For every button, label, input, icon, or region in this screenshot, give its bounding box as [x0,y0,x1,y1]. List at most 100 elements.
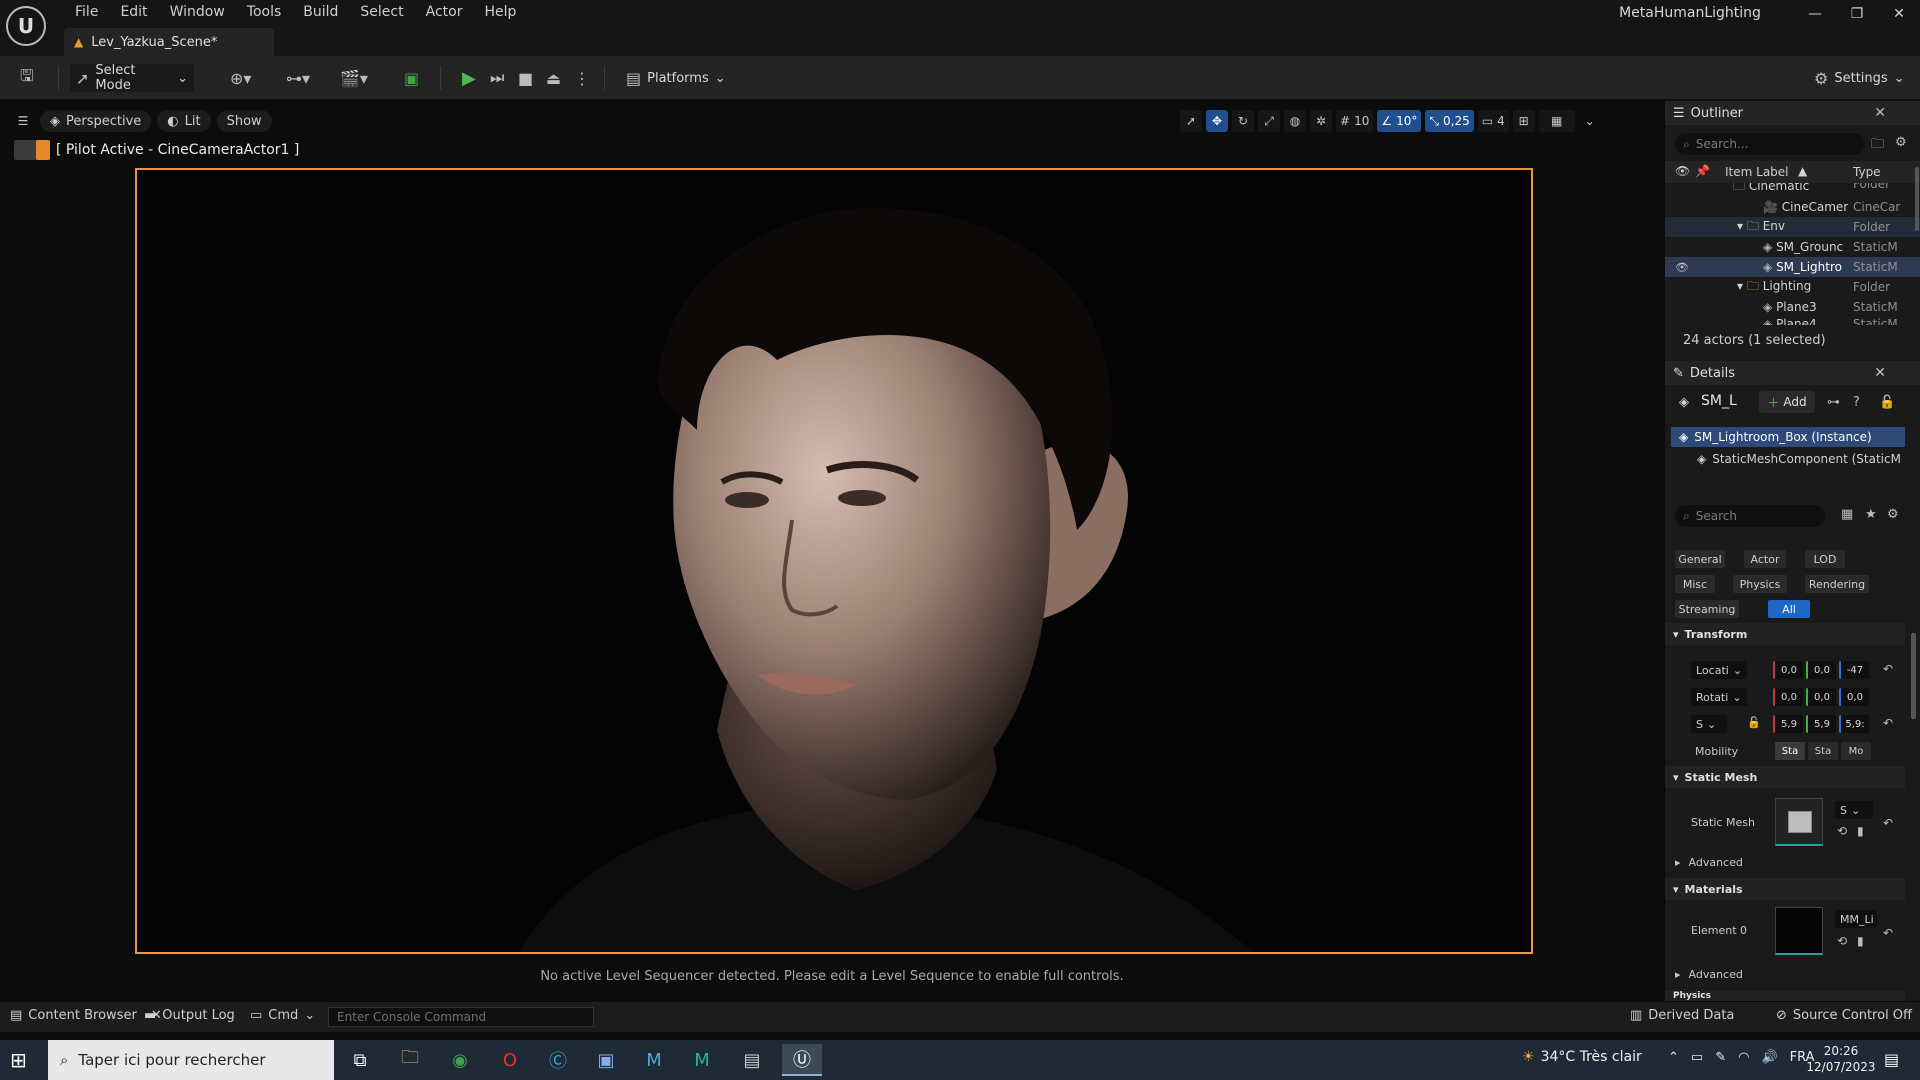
app-window-icon[interactable]: ▤ [732,1044,772,1076]
network-icon[interactable]: ◠ [1738,1050,1749,1065]
mobility-static[interactable]: Sta [1775,742,1805,760]
reset-icon[interactable]: ↶ [1883,816,1893,830]
mixer-icon[interactable]: M [682,1044,722,1076]
use-selected-icon[interactable]: ⟲ [1837,824,1847,838]
reset-icon[interactable]: ↶ [1883,662,1893,676]
gear-icon[interactable]: ⚙ [1895,135,1907,150]
outliner-tab[interactable]: ☰ Outliner ✕ [1665,101,1920,125]
add-folder-icon[interactable]: 🗀 [1871,135,1884,157]
scale-dropdown[interactable]: S ⌄ [1691,715,1727,733]
tree-row[interactable]: ◈ SM_Grounc StaticM [1665,237,1920,257]
browse-icon[interactable]: ▮ [1857,934,1864,948]
taskbar-search-input[interactable]: ⌕ Taper ici pour rechercher [48,1040,334,1080]
location-x-field[interactable]: 0,0 [1773,661,1803,679]
advanced-row[interactable]: ▸ Advanced [1675,856,1743,869]
filter-misc[interactable]: Misc [1675,575,1715,593]
step-button[interactable]: ⏭ [484,64,510,92]
volume-icon[interactable]: 🔊 [1761,1050,1777,1065]
location-z-field[interactable]: -47 [1839,661,1869,679]
store-icon[interactable]: ▣ [586,1044,626,1076]
outliner-search-input[interactable]: ⌕ Search... [1675,133,1865,155]
tree-row[interactable]: ▾ 🗀 Env Folder [1665,217,1920,237]
content-browser-tab[interactable]: ▤ Content Browser ✕ [10,1008,162,1023]
filter-all[interactable]: All [1768,600,1810,618]
translate-tool-icon[interactable]: ✥ [1206,110,1228,132]
viewport-layout-icon[interactable]: ▦ [1538,110,1575,132]
close-window-icon[interactable]: ✕ [1884,6,1914,28]
tree-row[interactable]: 🎥 CineCamer CineCar [1665,197,1920,217]
menu-edit[interactable]: Edit [109,2,158,22]
weather-widget[interactable]: ☀ 34°C Très clair [1522,1049,1642,1065]
level-tab[interactable]: ▲ Lev_Yazkua_Scene* [64,28,274,56]
item-label-header[interactable]: Item Label [1725,165,1789,179]
blueprint-icon[interactable]: ⊶▾ [280,64,316,92]
star-icon[interactable]: ★ [1865,507,1877,522]
static-mesh-thumbnail[interactable] [1775,798,1823,846]
source-control-button[interactable]: ⊘ Source Control Off [1776,1008,1912,1023]
cmd-dropdown[interactable]: ▭ Cmd ⌄ [250,1008,315,1023]
restore-icon[interactable]: ❐ [1842,6,1872,28]
layout-icon[interactable]: ⊞ [1512,110,1535,132]
rotation-dropdown[interactable]: Rotati ⌄ [1691,688,1747,706]
menu-help[interactable]: Help [473,2,527,22]
tree-row[interactable]: 🗀 Cinematic Folder [1665,183,1920,195]
unreal-logo-icon[interactable]: U [6,6,46,46]
tree-row[interactable]: ◈ Plane3 StaticM [1665,297,1920,317]
clock[interactable]: 20:26 12/07/2023 [1806,1043,1876,1075]
visibility-icon[interactable]: 👁 [1675,261,1689,274]
camera-speed-button[interactable]: ▭ 4 [1477,110,1509,132]
use-selected-icon[interactable]: ⟲ [1837,934,1847,948]
pin-icon[interactable]: 📌 [1695,164,1710,178]
select-tool-icon[interactable]: ➚ [1180,110,1202,132]
scale-snap-button[interactable]: ⤡ 0,25 [1425,110,1474,132]
surface-snap-icon[interactable]: ✲ [1310,110,1332,132]
mobility-stationary[interactable]: Sta [1808,742,1838,760]
scale-y-field[interactable]: 5,9 [1806,715,1836,733]
derived-data-button[interactable]: ▥ Derived Data [1630,1008,1734,1023]
opera-icon[interactable]: O [490,1044,530,1076]
static-mesh-dropdown[interactable]: S ⌄ [1835,801,1873,819]
expanded-icon[interactable]: ▾ [1737,219,1743,233]
gear-icon[interactable]: ⚙ [1887,507,1899,522]
lock-icon[interactable]: 🔓 [1879,395,1895,410]
close-icon[interactable]: ✕ [1874,365,1886,381]
output-log-tab[interactable]: ▬ Output Log [144,1008,235,1023]
filter-streaming[interactable]: Streaming [1675,600,1739,618]
rotation-y-field[interactable]: 0,0 [1806,688,1836,706]
tree-row-selected[interactable]: 👁 ◈ SM_Lightro StaticM [1665,257,1920,277]
grid-snap-button[interactable]: #10 [1336,110,1374,132]
rotation-snap-button[interactable]: ∠ 10° [1377,110,1422,132]
platforms-dropdown[interactable]: ▤ Platforms ⌄ [620,64,732,92]
tray-expand-icon[interactable]: ⌃ [1668,1050,1679,1065]
tree-row[interactable]: ◈ Plane4 StaticM [1665,317,1920,325]
outliner-scrollbar[interactable] [1915,167,1919,231]
add-content-icon[interactable]: ⊕▾ [224,64,257,92]
ccleaner-icon[interactable]: Ⓒ [538,1044,578,1076]
notification-icon[interactable]: ▤ [1884,1050,1899,1069]
meet-icon[interactable]: ▭ [1691,1050,1703,1065]
scale-x-field[interactable]: 5,9 [1773,715,1803,733]
rotation-x-field[interactable]: 0,0 [1773,688,1803,706]
scale-tool-icon[interactable]: ⤢ [1258,110,1280,132]
perspective-button[interactable]: ◈ Perspective [40,110,152,132]
close-icon[interactable]: ✕ [1874,105,1886,121]
stop-button[interactable]: ■ [512,64,539,92]
menu-actor[interactable]: Actor [415,2,474,22]
show-button[interactable]: Show [216,110,272,132]
unreal-engine-taskbar-icon[interactable]: Ⓤ [782,1044,822,1076]
component-row[interactable]: ◈ StaticMeshComponent (StaticM [1697,449,1907,469]
mobility-movable[interactable]: Mo [1841,742,1871,760]
menu-select[interactable]: Select [349,2,414,22]
component-instance-row[interactable]: ◈ SM_Lightroom_Box (Instance) [1671,427,1905,447]
browse-icon[interactable]: ▮ [1857,824,1864,838]
settings-dropdown[interactable]: ⚙ Settings ⌄ [1808,64,1911,92]
lit-button[interactable]: ◐ Lit [157,110,211,132]
cinematics-icon[interactable]: 🎬▾ [334,64,374,92]
materials-section[interactable]: ▾ Materials [1665,878,1905,900]
advanced-row[interactable]: ▸ Advanced [1675,968,1743,981]
details-search-input[interactable]: ⌕ Search [1675,505,1825,527]
menu-window[interactable]: Window [159,2,236,22]
static-mesh-section[interactable]: ▾ Static Mesh [1665,766,1905,788]
console-input[interactable]: Enter Console Command [328,1007,594,1027]
hamburger-menu-icon[interactable]: ☰ [12,110,34,132]
